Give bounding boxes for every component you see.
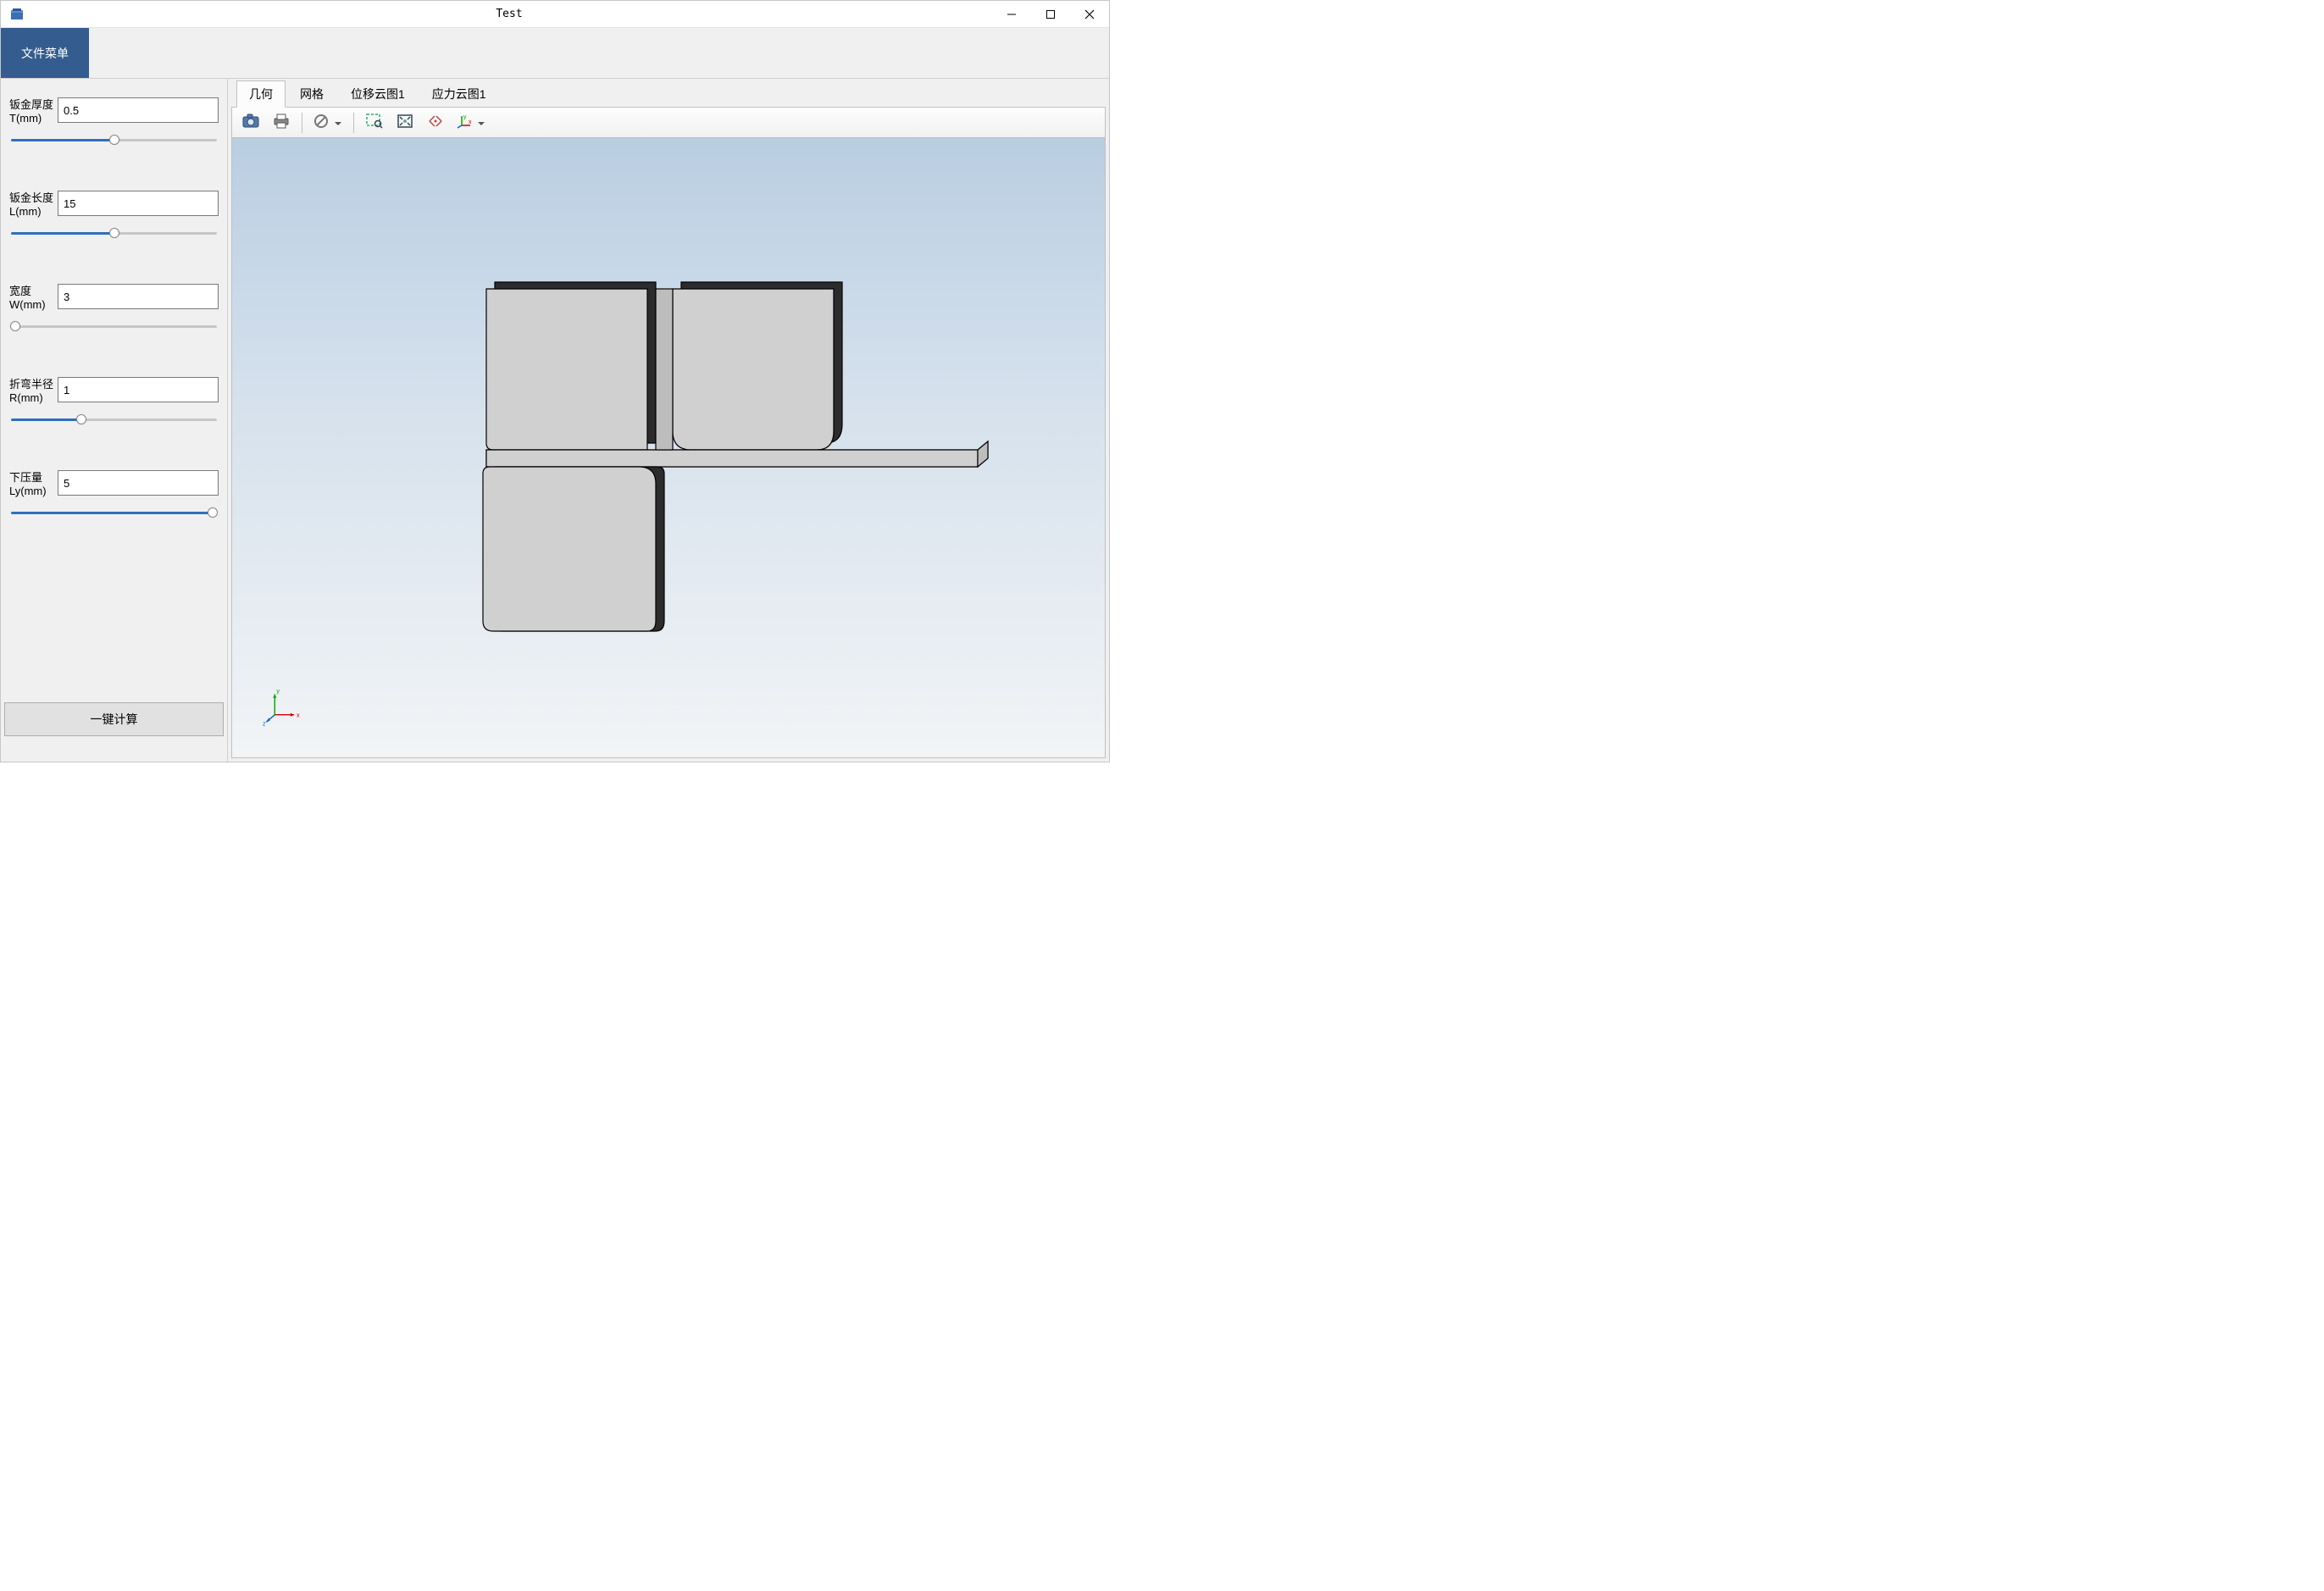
tab[interactable]: 位移云图1 — [338, 80, 418, 108]
param-group: 钣金厚度T(mm) — [9, 96, 219, 148]
viewport-3d[interactable]: x y z — [232, 138, 1105, 757]
calculate-button[interactable]: 一键计算 — [4, 702, 224, 736]
param-input[interactable] — [58, 470, 219, 496]
param-slider[interactable] — [11, 319, 217, 335]
camera-button[interactable] — [237, 111, 264, 135]
zoom-area-icon — [366, 114, 383, 131]
param-group: 下压量Ly(mm) — [9, 468, 219, 521]
file-menu-button[interactable]: 文件菜单 — [1, 28, 89, 78]
camera-icon — [242, 114, 259, 131]
app-window: Test 文件菜单 钣金厚度T(mm) — [0, 0, 1110, 762]
toolbar-separator — [353, 113, 354, 133]
tab[interactable]: 应力云图1 — [419, 80, 499, 108]
print-button[interactable] — [268, 111, 295, 135]
param-input[interactable] — [58, 97, 219, 123]
axis-x-label: x — [297, 712, 300, 719]
viewer-toolbar: xy — [232, 108, 1105, 138]
param-input[interactable] — [58, 377, 219, 402]
param-label: 钣金长度L(mm) — [9, 189, 58, 218]
nosign-icon — [313, 114, 329, 131]
param-slider[interactable] — [11, 413, 217, 428]
param-slider[interactable] — [11, 506, 217, 521]
param-group: 宽度W(mm) — [9, 282, 219, 335]
param-label: 钣金厚度T(mm) — [9, 96, 58, 125]
param-slider[interactable] — [11, 226, 217, 241]
svg-text:y: y — [463, 114, 467, 120]
body: 钣金厚度T(mm) 钣金长度L(mm) 宽度W(mm) 折弯半径R(mm) — [1, 79, 1109, 762]
titlebar: Test — [1, 1, 1109, 28]
window-title: Test — [26, 8, 992, 20]
nosign-button[interactable] — [309, 111, 347, 135]
param-group: 钣金长度L(mm) — [9, 189, 219, 241]
param-label: 宽度W(mm) — [9, 282, 58, 311]
param-input[interactable] — [58, 191, 219, 216]
viewer-panel: xy — [231, 107, 1106, 758]
tabs: 几何网格位移云图1应力云图1 — [231, 84, 1106, 108]
tab[interactable]: 几何 — [236, 80, 286, 108]
param-group: 折弯半径R(mm) — [9, 375, 219, 428]
fit-view-button[interactable] — [391, 111, 419, 135]
param-label: 下压量Ly(mm) — [9, 468, 58, 497]
print-icon — [273, 114, 290, 131]
reset-view-icon — [427, 114, 444, 131]
window-controls — [992, 1, 1109, 28]
param-slider[interactable] — [11, 133, 217, 148]
reset-view-button[interactable] — [422, 111, 449, 135]
zoom-area-button[interactable] — [361, 111, 388, 135]
axis-y-label: y — [276, 688, 280, 695]
fit-view-icon — [397, 114, 413, 131]
app-icon — [8, 5, 26, 24]
maximize-button[interactable] — [1031, 1, 1070, 28]
svg-text:x: x — [469, 119, 472, 125]
main-area: 几何网格位移云图1应力云图1 xy — [228, 79, 1109, 762]
menubar: 文件菜单 — [1, 28, 1109, 79]
minimize-button[interactable] — [992, 1, 1031, 28]
tab[interactable]: 网格 — [287, 80, 336, 108]
axis-z-label: z — [263, 721, 266, 727]
param-label: 折弯半径R(mm) — [9, 375, 58, 404]
param-input[interactable] — [58, 284, 219, 309]
axis-triad-button[interactable]: xy — [452, 111, 490, 135]
axis-triad: x y z — [263, 685, 305, 727]
geometry-model — [385, 265, 1046, 740]
sidebar: 钣金厚度T(mm) 钣金长度L(mm) 宽度W(mm) 折弯半径R(mm) — [1, 79, 228, 762]
axis-triad-icon: xy — [457, 114, 474, 131]
close-button[interactable] — [1070, 1, 1109, 28]
